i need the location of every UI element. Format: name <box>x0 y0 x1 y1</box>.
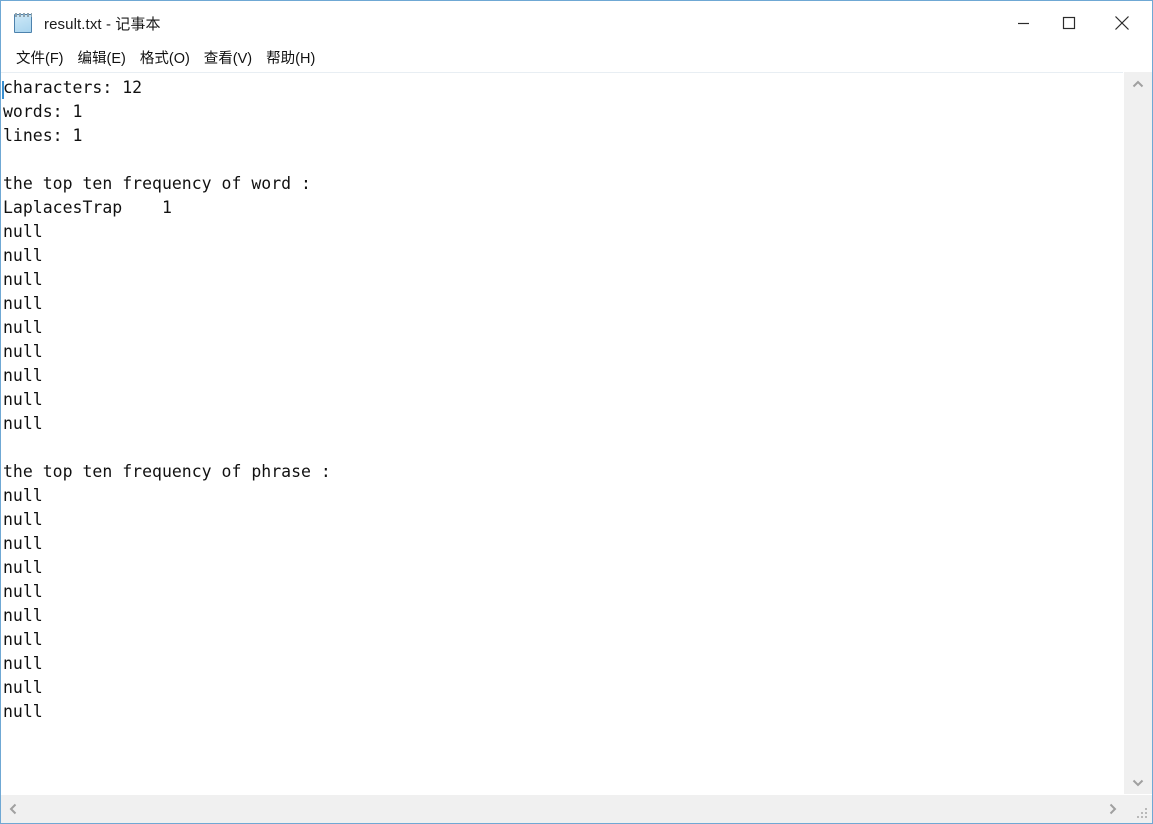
maximize-button[interactable] <box>1046 1 1092 45</box>
text-line: null <box>3 366 43 385</box>
text-line: the top ten frequency of word : <box>3 174 311 193</box>
resize-grip-icon[interactable] <box>1124 795 1152 823</box>
text-line <box>3 148 1123 172</box>
text-line: null <box>3 246 43 265</box>
text-line: null <box>3 510 43 529</box>
text-line: null <box>3 414 43 433</box>
menu-bar: 文件(F) 编辑(E) 格式(O) 查看(V) 帮助(H) <box>1 45 1152 72</box>
chevron-right-icon <box>1109 803 1116 815</box>
text-line: null <box>3 582 43 601</box>
text-line: null <box>3 558 43 577</box>
window-title: result.txt - 记事本 <box>44 15 161 33</box>
title-bar[interactable]: result.txt - 记事本 <box>1 1 1152 45</box>
menu-item-format[interactable]: 格式(O) <box>133 45 197 71</box>
text-line: characters: 12 <box>3 78 143 97</box>
vertical-scrollbar[interactable] <box>1123 72 1152 794</box>
close-button[interactable] <box>1092 1 1152 45</box>
minimize-button[interactable] <box>1000 1 1046 45</box>
maximize-icon <box>1062 16 1076 30</box>
chevron-down-icon <box>1132 779 1144 786</box>
close-icon <box>1115 16 1129 30</box>
text-line: null <box>3 294 43 313</box>
text-line: null <box>3 342 43 361</box>
scroll-left-button[interactable] <box>1 795 25 823</box>
menu-item-file[interactable]: 文件(F) <box>9 45 71 71</box>
text-line: null <box>3 486 43 505</box>
scroll-up-button[interactable] <box>1124 72 1152 96</box>
text-line: null <box>3 318 43 337</box>
horizontal-scrollbar[interactable] <box>1 794 1152 823</box>
text-editor[interactable]: characters: 12 words: 1 lines: 1 the top t… <box>1 72 1123 794</box>
text-line: null <box>3 630 43 649</box>
text-line: null <box>3 654 43 673</box>
text-line: lines: 1 <box>3 126 83 145</box>
chevron-left-icon <box>9 803 16 815</box>
scroll-down-button[interactable] <box>1124 770 1152 794</box>
text-line: null <box>3 534 43 553</box>
minimize-icon <box>1017 22 1029 24</box>
text-line: null <box>3 222 43 241</box>
menu-item-help[interactable]: 帮助(H) <box>259 45 322 71</box>
document-text: characters: 12 words: 1 lines: 1 the top t… <box>3 76 1123 724</box>
notepad-window: result.txt - 记事本 文件(F) 编辑(E) 格式(O) 查看(V)… <box>0 0 1153 824</box>
window-controls <box>1000 1 1152 45</box>
text-line: words: 1 <box>3 102 83 121</box>
menu-item-view[interactable]: 查看(V) <box>197 45 259 71</box>
text-line: LaplacesTrap 1 <box>3 198 172 217</box>
client-area: characters: 12 words: 1 lines: 1 the top t… <box>1 72 1152 823</box>
notepad-icon <box>13 12 35 35</box>
text-line: null <box>3 702 43 721</box>
text-line: the top ten frequency of phrase : <box>3 462 331 481</box>
text-line: null <box>3 390 43 409</box>
menu-item-edit[interactable]: 编辑(E) <box>71 45 133 71</box>
text-line: null <box>3 606 43 625</box>
text-line: null <box>3 270 43 289</box>
chevron-up-icon <box>1132 80 1144 87</box>
text-line: null <box>3 678 43 697</box>
vertical-scroll-track[interactable] <box>1124 96 1152 770</box>
text-line <box>3 436 1123 460</box>
scroll-right-button[interactable] <box>1100 795 1124 823</box>
horizontal-scroll-track[interactable] <box>25 795 1100 823</box>
